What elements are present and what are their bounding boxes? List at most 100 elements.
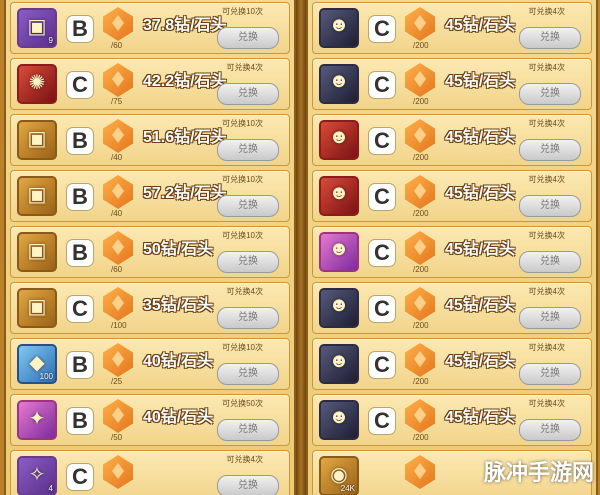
exchange-limit: 可兑换4次	[528, 231, 565, 240]
grade-badge: C	[369, 184, 395, 210]
item-glyph: ✦	[28, 408, 46, 430]
exchange-button[interactable]: 兑换	[217, 307, 279, 329]
exchange-limit: 可兑换10次	[222, 175, 263, 184]
exchange-rate: 45钻/石头	[445, 297, 516, 314]
owned-count: /75	[111, 97, 123, 106]
exchange-rate: 45钻/石头	[445, 17, 516, 34]
exchange-button[interactable]: 兑换	[217, 251, 279, 273]
item-glyph: ☻	[328, 70, 350, 92]
owned-count: /50	[111, 433, 123, 442]
stone-icon	[103, 343, 133, 377]
exchange-button[interactable]: 兑换	[519, 83, 581, 105]
owned-count: /200	[413, 97, 429, 106]
crystal-icon[interactable]: ◆ 100	[17, 344, 57, 384]
exchange-row: ☻ C /200 45钻/石头 可兑换4次 兑换	[312, 58, 592, 110]
exchange-button[interactable]: 兑换	[217, 27, 279, 49]
exchange-limit: 可兑换4次	[528, 119, 565, 128]
hero-portrait-icon[interactable]: ☻	[319, 120, 359, 160]
exchange-limit: 可兑换4次	[226, 287, 263, 296]
exchange-limit: 可兑换10次	[222, 119, 263, 128]
coin-icon[interactable]: ◉ 24K	[319, 456, 359, 495]
rune-icon[interactable]: ✧ 4	[17, 456, 57, 495]
item-glyph: ▣	[27, 240, 47, 262]
exchange-button[interactable]: 兑换	[519, 139, 581, 161]
exchange-rate: 50钻/石头	[143, 241, 214, 258]
exchange-button[interactable]: 兑换	[519, 419, 581, 441]
site-watermark: 脉冲手游网	[483, 460, 594, 485]
grade-badge: B	[67, 408, 93, 434]
item-glyph: ☻	[328, 14, 350, 36]
exchange-row: ✦ B /50 40钻/石头 可兑换50次 兑换	[10, 394, 290, 446]
item-glyph: ☻	[328, 126, 350, 148]
exchange-limit: 可兑换4次	[528, 63, 565, 72]
hero-portrait-icon[interactable]: ☻	[319, 400, 359, 440]
hero-portrait-icon[interactable]: ☻	[319, 232, 359, 272]
exchange-limit: 可兑换10次	[222, 7, 263, 16]
exchange-rate: 35钻/石头	[143, 297, 214, 314]
stone-icon	[103, 455, 133, 489]
exchange-limit: 可兑换4次	[528, 399, 565, 408]
owned-count: /200	[413, 321, 429, 330]
item-count: 4	[48, 484, 53, 493]
owned-count: /60	[111, 265, 123, 274]
exchange-button[interactable]: 兑换	[217, 363, 279, 385]
item-count: 24K	[340, 484, 355, 493]
exchange-limit: 可兑换4次	[528, 7, 565, 16]
exchange-button[interactable]: 兑换	[217, 419, 279, 441]
stone-icon	[405, 119, 435, 153]
claw-relic-icon[interactable]: ✺	[17, 64, 57, 104]
exchange-button[interactable]: 兑换	[519, 251, 581, 273]
exchange-row: ☻ C /200 45钻/石头 可兑换4次 兑换	[312, 226, 592, 278]
crystal-icon[interactable]: ✦	[17, 400, 57, 440]
exchange-button[interactable]: 兑换	[217, 195, 279, 217]
stone-icon	[103, 63, 133, 97]
item-glyph: ▣	[27, 184, 47, 206]
exchange-rate: 45钻/石头	[445, 241, 516, 258]
stone-icon	[405, 231, 435, 265]
stone-icon	[405, 399, 435, 433]
item-count: 100	[39, 372, 53, 381]
owned-count: /25	[111, 377, 123, 386]
exchange-row: ▣ B /60 50钻/石头 可兑换10次 兑换	[10, 226, 290, 278]
stone-icon	[405, 287, 435, 321]
grade-badge: C	[369, 408, 395, 434]
item-glyph: ☻	[328, 182, 350, 204]
owned-count: /60	[111, 41, 123, 50]
treasure-chest-icon[interactable]: ▣ 9	[17, 8, 57, 48]
grade-badge: B	[67, 184, 93, 210]
hero-portrait-icon[interactable]: ☻	[319, 64, 359, 104]
hero-portrait-icon[interactable]: ☻	[319, 288, 359, 328]
hero-portrait-icon[interactable]: ☻	[319, 8, 359, 48]
grade-badge: B	[67, 240, 93, 266]
exchange-button[interactable]: 兑换	[519, 27, 581, 49]
item-glyph: ☻	[328, 350, 350, 372]
right-shop-panel: ☻ C /200 45钻/石头 可兑换4次 兑换 ☻ C /200 45钻/石头…	[306, 0, 598, 495]
hero-portrait-icon[interactable]: ☻	[319, 176, 359, 216]
exchange-row: ▣ C /100 35钻/石头 可兑换4次 兑换	[10, 282, 290, 334]
exchange-limit: 可兑换4次	[226, 455, 263, 464]
stone-icon	[103, 231, 133, 265]
exchange-button[interactable]: 兑换	[217, 475, 279, 495]
treasure-chest-icon[interactable]: ▣	[17, 176, 57, 216]
exchange-row: ☻ C /200 45钻/石头 可兑换4次 兑换	[312, 394, 592, 446]
exchange-limit: 可兑换10次	[222, 231, 263, 240]
exchange-row: ☻ C /200 45钻/石头 可兑换4次 兑换	[312, 170, 592, 222]
exchange-limit: 可兑换4次	[226, 63, 263, 72]
exchange-button[interactable]: 兑换	[519, 195, 581, 217]
grade-badge: C	[369, 16, 395, 42]
exchange-row: ☻ C /200 45钻/石头 可兑换4次 兑换	[312, 338, 592, 390]
exchange-button[interactable]: 兑换	[519, 307, 581, 329]
treasure-chest-icon[interactable]: ▣	[17, 120, 57, 160]
stone-icon	[405, 175, 435, 209]
grade-badge: C	[369, 72, 395, 98]
exchange-button[interactable]: 兑换	[217, 139, 279, 161]
exchange-button[interactable]: 兑换	[217, 83, 279, 105]
stone-icon	[405, 455, 435, 489]
owned-count: /200	[413, 153, 429, 162]
hero-portrait-icon[interactable]: ☻	[319, 344, 359, 384]
treasure-chest-icon[interactable]: ▣	[17, 288, 57, 328]
owned-count: /200	[413, 377, 429, 386]
exchange-rate: 37.8钻/石头	[143, 17, 227, 34]
exchange-button[interactable]: 兑换	[519, 363, 581, 385]
treasure-chest-icon[interactable]: ▣	[17, 232, 57, 272]
